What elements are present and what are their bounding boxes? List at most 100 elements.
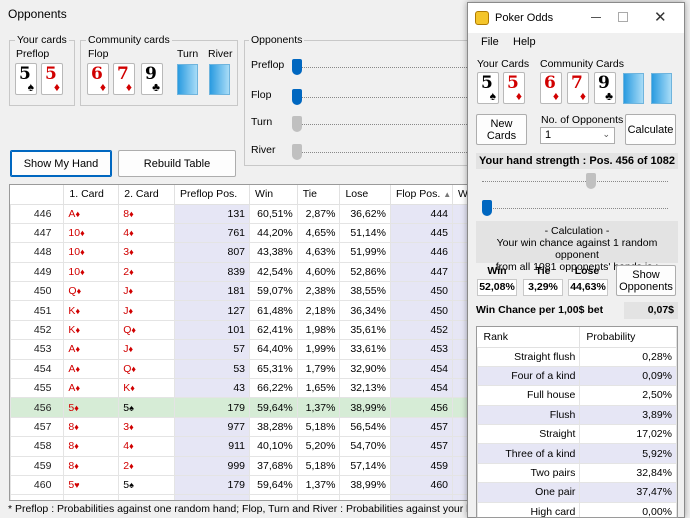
probability-cell: 0,28%	[579, 346, 677, 367]
table-row[interactable]: 450 Q♦ J♦ 181 59,07% 2,38% 38,55% 450	[10, 281, 469, 302]
row-index: 457	[10, 416, 65, 438]
new-cards-button[interactable]: New Cards	[476, 114, 527, 145]
opponents-select[interactable]: 1 ⌄	[540, 127, 615, 144]
lose-cell: 32,13%	[339, 378, 391, 399]
table-row[interactable]: 451 K♦ J♦ 127 61,48% 2,18% 36,34% 450	[10, 300, 469, 321]
card2-cell: J♦	[118, 300, 175, 321]
show-opponents-button[interactable]: Show Opponents	[616, 265, 676, 296]
flop-pos-cell: 457	[389, 416, 454, 438]
strength-slider-thumb[interactable]	[586, 173, 596, 189]
diamond-icon: ♦	[129, 247, 134, 258]
diamond-icon: ♦	[75, 383, 81, 394]
turn-label: Turn	[177, 48, 199, 60]
rank-cell: One pair	[477, 482, 581, 503]
table-row[interactable]: 446 A♦ 8♦ 131 60,51% 2,87% 36,62% 444	[10, 203, 469, 224]
flop-pos-cell: 461	[389, 494, 454, 500]
lose-cell: 48,73%	[339, 494, 391, 500]
preflop-slider-thumb[interactable]	[292, 59, 302, 75]
prob-row[interactable]: One pair 37,47%	[477, 482, 677, 503]
col-header-index[interactable]	[10, 185, 65, 205]
prob-row[interactable]: Three of a kind 5,92%	[477, 443, 677, 464]
table-row[interactable]: 454 A♦ Q♦ 53 65,31% 1,79% 32,90% 454	[10, 358, 469, 380]
opponents-table[interactable]: 1. Card 2. Card Preflop Pos. Win Tie Los…	[9, 184, 470, 501]
flop-pos-cell: 454	[389, 358, 454, 380]
opponents-label: Opponents	[249, 34, 305, 46]
calculate-button[interactable]: Calculate	[625, 114, 676, 145]
card1-cell: 10♦	[63, 242, 120, 263]
row-index: 446	[10, 203, 65, 224]
river-card-back[interactable]	[651, 73, 672, 104]
lose-cell: 38,99%	[339, 474, 391, 496]
minimize-icon[interactable]	[591, 17, 601, 18]
preflop-pos-cell: 43	[173, 378, 251, 399]
table-row[interactable]: 456 5♦ 5♠ 179 59,64% 1,37% 38,99% 456	[10, 397, 469, 418]
win-cell: 40,10%	[249, 436, 298, 457]
rebuild-table-button[interactable]: Rebuild Table	[118, 150, 236, 177]
card1-cell: Q♦	[63, 281, 120, 302]
prob-row[interactable]: Straight flush 0,28%	[477, 346, 677, 367]
col-header-rank[interactable]: Rank	[477, 327, 581, 348]
turn-card-back[interactable]	[177, 64, 198, 95]
close-icon[interactable]: ✕	[654, 8, 667, 26]
win-cell: 61,48%	[249, 300, 298, 321]
range-slider-thumb[interactable]	[482, 200, 492, 216]
prob-row[interactable]: Two pairs 32,84%	[477, 462, 677, 484]
row-index: 450	[10, 281, 65, 302]
col-header-card1[interactable]: 1. Card	[63, 185, 120, 205]
card2-cell	[118, 494, 175, 500]
preflop-pos-cell: 181	[173, 281, 251, 302]
prob-row[interactable]: Straight 17,02%	[477, 424, 677, 445]
heart-icon: ♥	[74, 480, 80, 491]
maximize-icon[interactable]	[618, 12, 628, 22]
flop-card-1: 6 ♦	[87, 63, 109, 95]
win-cell: 59,64%	[249, 474, 298, 496]
prob-row[interactable]: Full house 2,50%	[477, 385, 677, 406]
diamond-icon: ♦	[131, 363, 137, 374]
menu-help[interactable]: Help	[513, 36, 536, 48]
col-header-flop-pos[interactable]: Flop Pos. ▲	[390, 185, 454, 205]
show-my-hand-button[interactable]: Show My Hand	[10, 150, 112, 177]
lose-cell: 35,61%	[339, 319, 391, 341]
prob-row[interactable]: High card 0,00%	[477, 501, 677, 517]
table-row[interactable]: 452 K♦ Q♦ 101 62,41% 1,98% 35,61% 452	[10, 319, 469, 341]
diamond-icon: ♦	[552, 89, 559, 103]
table-row[interactable]: 447 10♦ 4♦ 761 44,20% 4,65% 51,14% 445	[10, 222, 469, 244]
menu-file[interactable]: File	[481, 36, 499, 48]
prob-row[interactable]: Flush 3,89%	[477, 404, 677, 426]
col-header-card2[interactable]: 2. Card	[118, 185, 175, 205]
turn-slider-thumb[interactable]	[292, 116, 302, 132]
probability-table[interactable]: Rank Probability Straight flush 0,28% Four…	[476, 326, 678, 518]
hand-strength: Your hand strength : Pos. 456 of 1082	[476, 153, 678, 169]
table-row[interactable]: 453 A♦ J♦ 57 64,40% 1,99% 33,61% 453	[10, 339, 469, 360]
lose-cell: 32,90%	[339, 358, 391, 380]
table-row[interactable]: 459 8♦ 2♦ 999 37,68% 5,18% 57,14% 459	[10, 455, 469, 476]
table-row[interactable]: 448 10♦ 3♦ 807 43,38% 4,63% 51,99% 446	[10, 242, 469, 263]
col-header-tie[interactable]: Tie	[297, 185, 341, 205]
preflop-pos-cell: 669	[173, 494, 251, 500]
table-row[interactable]: 457 8♦ 3♦ 977 38,28% 5,18% 56,54% 457	[10, 416, 469, 438]
probability-cell: 17,02%	[579, 424, 677, 445]
lose-cell: 52,86%	[339, 261, 391, 283]
river-slider-thumb[interactable]	[292, 144, 302, 160]
turn-card-back[interactable]	[623, 73, 644, 104]
table-row[interactable]: 458 8♦ 4♦ 911 40,10% 5,20% 54,70% 457	[10, 436, 469, 457]
card1-cell: A♦	[63, 339, 120, 360]
col-header-lose[interactable]: Lose	[339, 185, 391, 205]
preflop-slider-track	[297, 67, 469, 68]
flop-pos-cell: 445	[389, 222, 454, 244]
table-row[interactable]: 455 A♦ K♦ 43 66,22% 1,65% 32,13% 454	[10, 378, 469, 399]
col-header-probability[interactable]: Probability	[579, 327, 677, 348]
flop-slider-thumb[interactable]	[292, 89, 302, 105]
tie-label: Tie	[535, 265, 551, 277]
col-header-preflop-pos[interactable]: Preflop Pos.	[174, 185, 251, 205]
win-cell: 65,31%	[249, 358, 298, 380]
prob-row[interactable]: Four of a kind 0,09%	[477, 365, 677, 387]
table-row[interactable]: 460 5♥ 5♠ 179 59,64% 1,37% 38,99% 460	[10, 474, 469, 496]
win-cell: 46,87%	[249, 494, 298, 500]
col-header-win[interactable]: Win	[249, 185, 298, 205]
table-row[interactable]: 449 10♦ 2♦ 839 42,54% 4,60% 52,86% 447	[10, 261, 469, 283]
table-row[interactable]: 461A♦66946,87%4,40%48,73%461	[10, 494, 469, 500]
card2-cell: J♦	[118, 281, 175, 302]
diamond-icon: ♦	[75, 344, 81, 355]
river-card-back[interactable]	[209, 64, 230, 95]
